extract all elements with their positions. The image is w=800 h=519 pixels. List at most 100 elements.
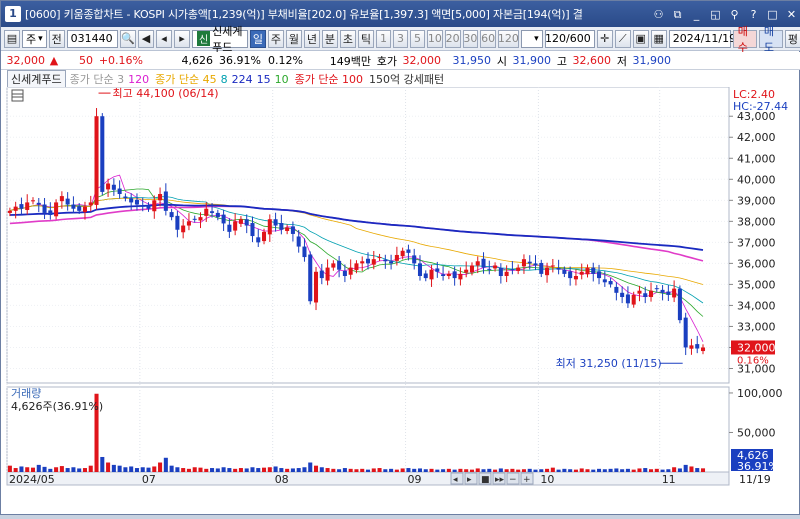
legend-ma-long[interactable]: 종가 단순 100 bbox=[295, 71, 363, 87]
eval-button[interactable]: 평 bbox=[784, 29, 800, 48]
candle bbox=[683, 317, 688, 348]
interval-20[interactable]: 20 bbox=[444, 29, 461, 48]
candle bbox=[296, 236, 301, 247]
x-tick-label: 2024/05 bbox=[9, 473, 55, 486]
volume-bar bbox=[123, 467, 128, 472]
volume-bar bbox=[152, 466, 157, 472]
calendar-icon[interactable]: ▦ bbox=[650, 29, 667, 48]
candle bbox=[487, 268, 492, 270]
help-icon[interactable]: ? bbox=[746, 7, 761, 22]
candle bbox=[677, 288, 682, 321]
legend-ma-120[interactable]: 120 bbox=[128, 73, 149, 86]
interval-30[interactable]: 30 bbox=[462, 29, 479, 48]
period-month[interactable]: 월 bbox=[285, 29, 302, 48]
period-second[interactable]: 초 bbox=[339, 29, 356, 48]
interval-3[interactable]: 3 bbox=[392, 29, 408, 48]
chart-svg[interactable]: 43,00042,00041,00040,00039,00038,00037,0… bbox=[1, 86, 800, 516]
current-price: 32,000 bbox=[6, 54, 46, 67]
volume-bar bbox=[487, 468, 492, 472]
change-percent: +0.16% bbox=[98, 54, 143, 67]
trade-amount: 149백만 bbox=[329, 54, 371, 68]
volume-bar bbox=[25, 467, 30, 472]
high-marker: 최고 44,100 (06/14) bbox=[113, 87, 219, 100]
interval-60[interactable]: 60 bbox=[480, 29, 497, 48]
period-day[interactable]: 일 bbox=[249, 29, 266, 48]
pin-icon[interactable]: ⚲ bbox=[727, 7, 742, 22]
candle bbox=[435, 268, 440, 272]
buy-button[interactable]: 매수 bbox=[732, 25, 757, 54]
candle bbox=[198, 217, 203, 221]
candle bbox=[227, 224, 232, 232]
period-minute[interactable]: 분 bbox=[321, 29, 338, 48]
legend-stock-name[interactable]: 신세계푸드 bbox=[7, 70, 66, 88]
code-input[interactable]: 031440 bbox=[66, 29, 118, 48]
interval-10[interactable]: 10 bbox=[426, 29, 443, 48]
save-icon[interactable]: ▣ bbox=[632, 29, 649, 48]
volume-bar bbox=[417, 468, 423, 472]
ask-price: 32,000 bbox=[402, 54, 442, 67]
window-number[interactable]: 1 bbox=[5, 6, 21, 22]
volume-bar bbox=[579, 468, 584, 472]
volume-bar bbox=[695, 468, 700, 472]
candle bbox=[65, 198, 70, 205]
legend-ma-15[interactable]: 15 bbox=[257, 73, 271, 86]
sell-button[interactable]: 매도 bbox=[758, 25, 783, 54]
volume-bar bbox=[238, 468, 243, 472]
menu-button[interactable]: ▤ bbox=[4, 29, 20, 48]
volume-bar bbox=[13, 468, 18, 472]
candle bbox=[533, 263, 538, 266]
open-price: 31,900 bbox=[512, 54, 552, 67]
candle bbox=[342, 270, 347, 276]
interval-dropdown[interactable]: ▾ bbox=[520, 29, 543, 48]
candle bbox=[672, 288, 677, 298]
candle bbox=[221, 214, 226, 224]
candle bbox=[562, 269, 567, 274]
next-stock-icon[interactable]: ▸ bbox=[173, 29, 190, 48]
candle bbox=[417, 263, 423, 276]
volume-bar bbox=[7, 465, 12, 472]
legend-ma-224[interactable]: 224 bbox=[232, 73, 253, 86]
title-bar: 1 [0600] 키움종합차트 - KOSPI 시가총액[1,239(억)] 부… bbox=[1, 1, 800, 27]
volume-bar bbox=[533, 469, 538, 472]
volume-bar bbox=[348, 468, 353, 472]
legend-ma-short[interactable]: 종가 단순 3 bbox=[70, 71, 124, 87]
minimize-icon[interactable]: _ bbox=[689, 7, 704, 22]
legend-ma-mid[interactable]: 종가 단순 45 bbox=[155, 71, 216, 87]
date-input[interactable]: 2024/11/19 bbox=[668, 29, 736, 48]
candle bbox=[469, 265, 474, 273]
candle bbox=[111, 184, 116, 190]
interval-120[interactable]: 120 bbox=[498, 29, 519, 48]
market-select[interactable]: 주 ▾ bbox=[22, 29, 47, 48]
type-button[interactable]: 전 bbox=[48, 29, 65, 48]
prev-stock-icon[interactable]: ◂ bbox=[155, 29, 172, 48]
close-icon[interactable]: ✕ bbox=[784, 7, 799, 22]
count-value: 120 bbox=[545, 32, 566, 45]
legend-pattern[interactable]: 150억 강세패턴 bbox=[369, 71, 444, 87]
restore-icon[interactable]: ⧉ bbox=[670, 7, 685, 22]
speaker-icon[interactable]: ◀ bbox=[137, 29, 154, 48]
volume-bar bbox=[106, 462, 111, 472]
count-input[interactable]: 120/600 bbox=[544, 29, 595, 48]
candle bbox=[539, 262, 544, 274]
candle bbox=[527, 261, 532, 264]
tile-icon[interactable]: ◱ bbox=[708, 7, 723, 22]
period-year[interactable]: 년 bbox=[303, 29, 320, 48]
search-icon[interactable]: 🔍 bbox=[119, 29, 136, 48]
chart-tool-icon[interactable]: ⟋ bbox=[614, 29, 631, 48]
volume-bar bbox=[412, 468, 417, 472]
chart-area[interactable]: 43,000 42,000 41,000 40,000 39,000 38,000 37,0… bbox=[1, 86, 800, 516]
period-tick[interactable]: 틱 bbox=[357, 29, 374, 48]
legend-ma-10[interactable]: 10 bbox=[275, 73, 289, 86]
scroll-control-glyph: + bbox=[523, 475, 531, 485]
candle bbox=[631, 294, 636, 305]
period-week[interactable]: 주 bbox=[267, 29, 284, 48]
link-icon[interactable]: ⚇ bbox=[651, 7, 666, 22]
interval-1[interactable]: 1 bbox=[375, 29, 391, 48]
crosshair-icon[interactable]: ✛ bbox=[596, 29, 613, 48]
window-icon[interactable]: □ bbox=[765, 7, 780, 22]
interval-5[interactable]: 5 bbox=[409, 29, 425, 48]
legend-ma-8[interactable]: 8 bbox=[221, 73, 228, 86]
candle bbox=[637, 290, 642, 294]
volume-bar bbox=[204, 468, 209, 472]
count-total: /600 bbox=[566, 32, 591, 45]
